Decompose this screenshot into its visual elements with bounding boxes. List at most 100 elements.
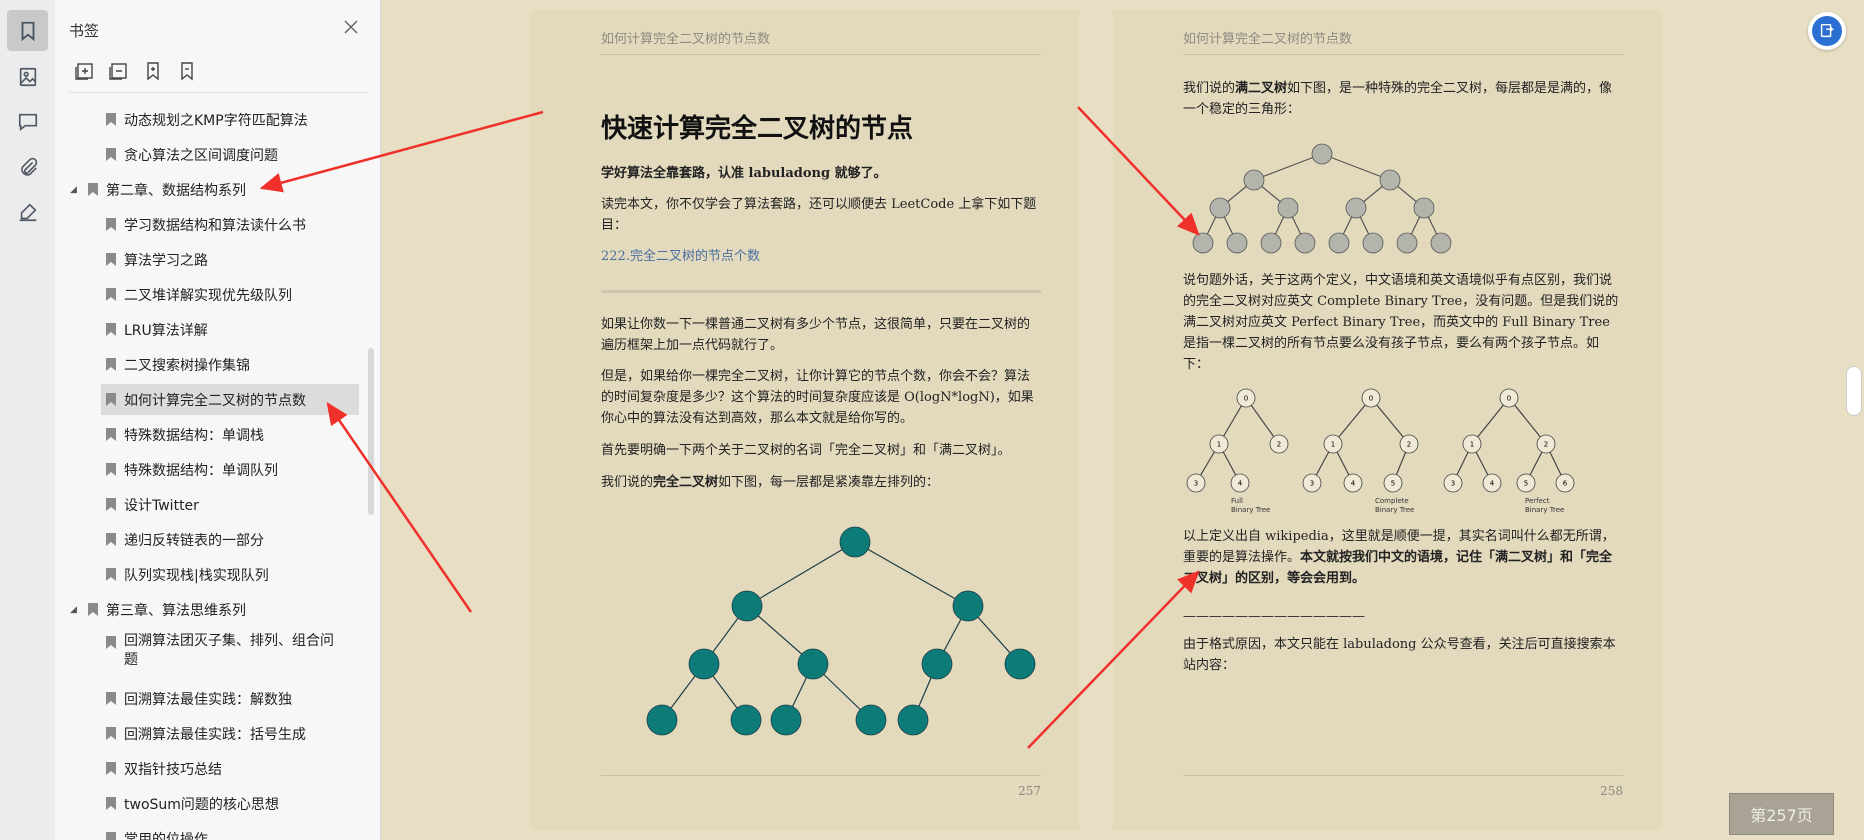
bookmark-item[interactable]: 特殊数据结构：单调队列 [55, 452, 365, 487]
bookmark-item[interactable]: 递归反转链表的一部分 [55, 522, 365, 557]
tree-node-label: 1 [1470, 441, 1474, 449]
figure-label: Perfect [1525, 497, 1550, 505]
paragraph: 以上定义出自 wikipedia，这里就是顺便一提，其实名词叫什么都无所谓，重要… [1183, 529, 1615, 586]
page-indicator-button[interactable]: 第257页 [1729, 793, 1834, 835]
divider-line: —————————————— [1183, 609, 1365, 624]
bookmark-label: 如何计算完全二叉树的节点数 [124, 392, 306, 409]
tree-node-label: 3 [1451, 480, 1455, 488]
bookmark-item[interactable]: 动态规划之KMP字符匹配算法 [55, 102, 365, 137]
paragraph: 由于格式原因，本文只能在 labuladong 公众号查看，关注后可直接搜索本站… [1183, 637, 1616, 673]
tree-node [1362, 232, 1384, 254]
bookmark-item[interactable]: LRU算法详解 [55, 312, 365, 347]
image-icon[interactable] [7, 56, 48, 97]
bookmark-chapter[interactable]: ◢ 第二章、数据结构系列 [55, 172, 365, 207]
paragraph: 但是，如果给你一棵完全二叉树，让你计算它的节点个数，你会不会？算法的时间复杂度是… [601, 369, 1034, 426]
intro-line: 学好算法全靠套路，认准 labuladong 就够了。 [601, 166, 887, 181]
collapse-all-icon[interactable] [109, 61, 133, 85]
bookmark-label: 回溯算法团灭子集、排列、组合问题 [124, 633, 334, 668]
tree-node [839, 526, 871, 558]
bookmark-item[interactable]: 学习数据结构和算法读什么书 [55, 207, 365, 242]
article-title: 快速计算完全二叉树的节点 [601, 114, 914, 144]
bookmark-item[interactable]: 贪心算法之区间调度问题 [55, 137, 365, 172]
figure-label: Complete [1375, 497, 1409, 505]
tree-node [1226, 232, 1248, 254]
figure-label: Binary Tree [1231, 506, 1270, 514]
tree-node-label: 3 [1194, 480, 1198, 488]
footer-rule [601, 775, 1041, 776]
tree-node-label: 0 [1369, 395, 1373, 403]
close-icon[interactable] [342, 18, 360, 36]
tree-node [1379, 169, 1401, 191]
viewer-scrollbar[interactable] [1846, 366, 1862, 416]
panel-title: 书签 [69, 22, 100, 40]
bookmark-item[interactable]: 二叉堆详解实现优先级队列 [55, 277, 365, 312]
bookmark-icon [105, 726, 117, 741]
signature-icon[interactable] [7, 191, 48, 232]
paragraph: 如果让你数一下一棵普通二叉树有多少个节点，这很简单，只要在二叉树的遍历框架上加一… [601, 317, 1031, 353]
bookmark-item[interactable]: 双指针技巧总结 [55, 751, 365, 786]
tree-edge [1253, 153, 1323, 181]
bookmark-tree: 动态规划之KMP字符匹配算法贪心算法之区间调度问题 ◢ 第二章、数据结构系列学习数据… [55, 102, 365, 840]
section-divider [601, 290, 1041, 293]
tree-node-label: 6 [1563, 480, 1568, 488]
bookmark-icon [105, 252, 117, 267]
paragraph: 说句题外话，关于这两个定义，中文语境和英文语境似乎有点区别，我们说的完全二叉树对… [1183, 273, 1619, 372]
tree-node [770, 704, 802, 736]
tree-node [1294, 232, 1316, 254]
tree-node-label: 2 [1277, 441, 1281, 449]
bookmark-icon [105, 287, 117, 302]
bookmark-item[interactable]: 队列实现栈|栈实现队列 [55, 557, 365, 592]
bookmark-icon [105, 392, 117, 407]
problem-link[interactable]: 222.完全二叉树的节点个数 [601, 246, 1041, 267]
delete-bookmark-icon[interactable] [177, 61, 201, 85]
bookmark-label: 回溯算法最佳实践：括号生成 [124, 726, 306, 743]
bookmark-item[interactable]: 回溯算法最佳实践：括号生成 [55, 716, 365, 751]
bookmark-chapter[interactable]: ◢ 第三章、算法思维系列 [55, 592, 365, 627]
tree-node [731, 590, 763, 622]
collapse-caret-icon[interactable]: ◢ [70, 605, 77, 615]
bookmark-item[interactable]: 回溯算法最佳实践：解数独 [55, 681, 365, 716]
bookmark-item[interactable]: 算法学习之路 [55, 242, 365, 277]
add-bookmark-icon[interactable] [143, 61, 167, 85]
panel-scrollbar[interactable] [368, 348, 374, 515]
bookmark-icon [105, 147, 117, 162]
tree-node [1430, 232, 1452, 254]
attachment-icon[interactable] [7, 146, 48, 187]
running-head: 如何计算完全二叉树的节点数 [601, 32, 771, 47]
bookmark-item[interactable]: 特殊数据结构：单调栈 [55, 417, 365, 452]
bookmark-panel-icon[interactable] [7, 10, 48, 51]
bookmark-item[interactable]: 设计Twitter [55, 487, 365, 522]
bookmark-label: 二叉堆详解实现优先级队列 [124, 287, 292, 304]
tree-node [1243, 169, 1265, 191]
tree-node [1260, 232, 1282, 254]
tree-node [646, 704, 678, 736]
bookmark-item[interactable]: 常用的位操作 [55, 821, 365, 840]
figure-label: Full [1231, 497, 1243, 505]
collapse-caret-icon[interactable]: ◢ [70, 185, 77, 195]
bookmark-icon [105, 831, 117, 840]
tree-edge [746, 541, 856, 607]
tree-node [1345, 197, 1367, 219]
bookmark-item[interactable]: 回溯算法团灭子集、排列、组合问题 [55, 627, 365, 681]
tree-node-label: 2 [1407, 441, 1411, 449]
tree-node-label: 0 [1507, 395, 1511, 403]
bookmark-icon [105, 112, 117, 127]
bookmark-item[interactable]: 二叉搜索树操作集锦 [55, 347, 365, 382]
bookmark-label: 常用的位操作 [124, 831, 208, 840]
bookmark-item[interactable]: twoSum问题的核心思想 [55, 786, 365, 821]
bookmark-label: 双指针技巧总结 [124, 761, 222, 778]
bookmark-label: 贪心算法之区间调度问题 [124, 147, 278, 164]
bookmark-item[interactable]: 如何计算完全二叉树的节点数 [55, 382, 365, 417]
comment-icon[interactable] [7, 101, 48, 142]
tree-types-figure: Full Binary Tree Complete Binary Tree Pe… [1186, 388, 1575, 514]
expand-all-icon[interactable] [75, 61, 99, 85]
tree-node [1396, 232, 1418, 254]
bookmark-label: 学习数据结构和算法读什么书 [124, 217, 306, 234]
bookmark-label: 特殊数据结构：单调栈 [124, 427, 264, 444]
figure-label: Binary Tree [1375, 506, 1414, 514]
page-number: 258 [1600, 784, 1623, 798]
bookmark-label: 递归反转链表的一部分 [124, 532, 264, 549]
tree-node [855, 704, 887, 736]
convert-button[interactable] [1808, 12, 1846, 50]
bookmark-label: 二叉搜索树操作集锦 [124, 357, 250, 374]
